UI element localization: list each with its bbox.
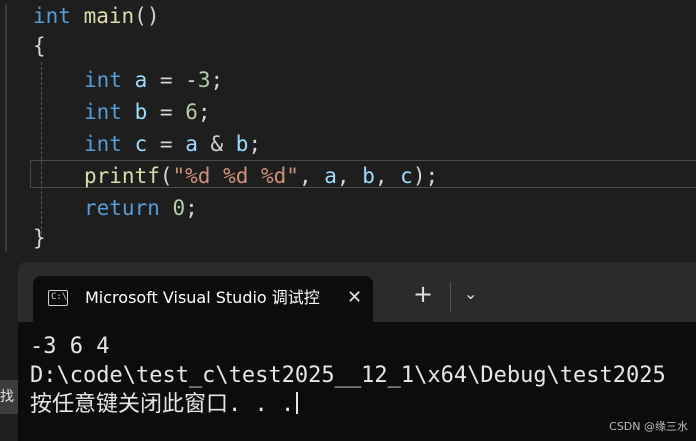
output-line: -3 6 4 — [30, 334, 110, 359]
gutter-fold-bar — [5, 4, 7, 252]
keyword: int — [84, 132, 122, 156]
tab-title: Microsoft Visual Studio 调试控 — [85, 288, 320, 307]
code-line-3[interactable]: int a = -3; — [84, 64, 223, 96]
console-output[interactable]: -3 6 4 D:\code\test_c\test2025__12_1\x64… — [18, 322, 696, 441]
code-line-7[interactable]: return 0; — [84, 192, 198, 224]
close-brace: } — [33, 226, 46, 250]
code-line-6[interactable]: printf("%d %d %d", a, b, c); — [84, 160, 438, 192]
chevron-down-icon[interactable]: ⌄ — [464, 284, 477, 304]
close-icon[interactable]: ✕ — [347, 286, 362, 310]
variable: b — [235, 132, 249, 156]
variable: b — [134, 100, 148, 124]
output-line-prompt: 按任意键关闭此窗口. . . — [30, 390, 299, 420]
terminal-icon: C:\ — [48, 290, 68, 306]
number-literal: 0 — [172, 196, 186, 220]
punctuation: () — [134, 4, 160, 28]
operator: = — [147, 132, 186, 156]
variable: a — [324, 164, 337, 188]
punctuation: ); — [412, 164, 439, 188]
background-window-fragment: 找 — [0, 380, 18, 414]
semicolon: ; — [248, 132, 262, 156]
variable: b — [362, 164, 375, 188]
code-line-5[interactable]: int c = a & b; — [84, 128, 261, 160]
output-line: D:\code\test_c\test2025__12_1\x64\Debug\… — [30, 363, 666, 388]
keyword: int — [84, 100, 122, 124]
punctuation: ( — [159, 164, 173, 188]
terminal-titlebar[interactable]: C:\ Microsoft Visual Studio 调试控 ✕ + ⌄ — [18, 262, 696, 324]
punctuation: , — [336, 164, 363, 188]
variable: c — [134, 132, 148, 156]
code-editor[interactable]: int main() { int a = -3; int b = 6; int … — [0, 0, 696, 262]
operator: = - — [147, 68, 198, 92]
keyword: int — [33, 4, 71, 28]
variable: a — [185, 132, 198, 156]
code-line-1[interactable]: int main() — [33, 0, 159, 32]
variable: a — [134, 68, 148, 92]
semicolon: ; — [210, 68, 224, 92]
number-literal: 6 — [185, 100, 198, 124]
punctuation: , — [298, 164, 325, 188]
open-brace: { — [33, 34, 46, 58]
semicolon: ; — [197, 100, 211, 124]
function-name: printf — [84, 164, 160, 188]
code-line-4[interactable]: int b = 6; — [84, 96, 211, 128]
terminal-tab[interactable]: C:\ Microsoft Visual Studio 调试控 ✕ — [33, 276, 373, 324]
terminal-icon-glyph: C:\ — [51, 292, 68, 302]
semicolon: ; — [185, 196, 198, 220]
keyword: int — [84, 68, 122, 92]
number-literal: 3 — [197, 68, 211, 92]
divider — [450, 282, 451, 312]
fragment-text: 找 — [0, 389, 14, 405]
operator: & — [197, 132, 236, 156]
text-cursor — [296, 392, 299, 414]
function-name: main — [83, 4, 135, 28]
new-tab-button[interactable]: + — [413, 282, 433, 306]
prompt-text: 按任意键关闭此窗口. . . — [30, 392, 295, 417]
string-literal: "%d %d %d" — [172, 164, 299, 188]
code-line-8[interactable]: } — [33, 222, 46, 254]
debug-console-window[interactable]: C:\ Microsoft Visual Studio 调试控 ✕ + ⌄ -3… — [18, 262, 696, 441]
code-line-2[interactable]: { — [33, 30, 46, 62]
punctuation: , — [374, 164, 401, 188]
variable: c — [400, 164, 413, 188]
watermark: CSDN @缘三水 — [609, 420, 688, 433]
operator: = — [147, 100, 186, 124]
indent-guide — [41, 62, 42, 234]
keyword: return — [84, 196, 160, 220]
